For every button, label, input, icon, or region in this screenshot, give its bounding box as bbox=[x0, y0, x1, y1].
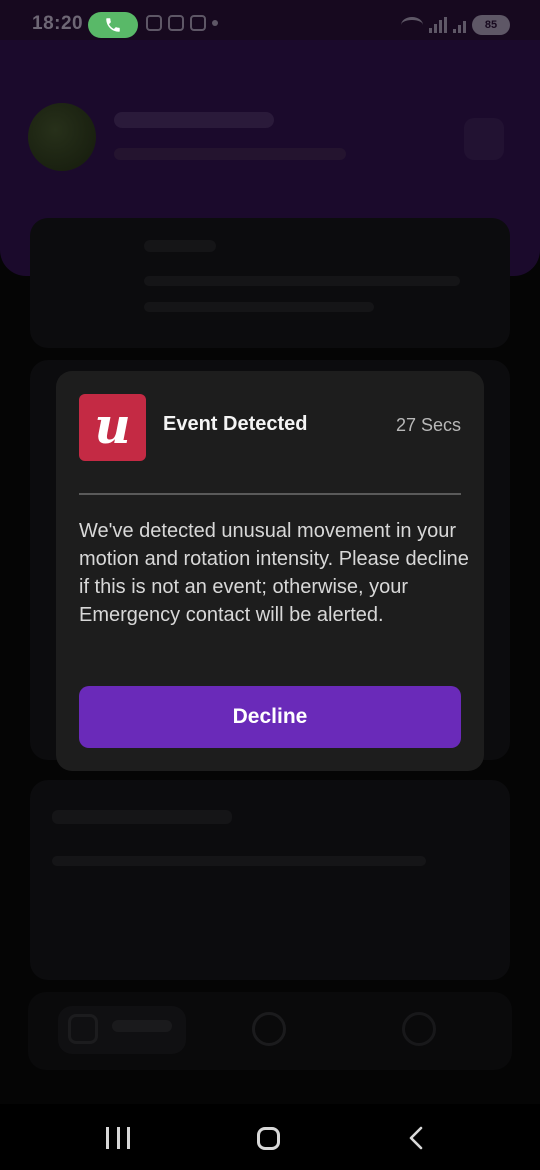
background-text-line bbox=[144, 240, 216, 252]
decline-button[interactable]: Decline bbox=[79, 686, 461, 748]
home-tab-icon bbox=[68, 1014, 98, 1044]
phone-icon bbox=[106, 18, 120, 32]
divider bbox=[79, 493, 461, 495]
notification-icons bbox=[146, 15, 218, 31]
signal-icon-2 bbox=[453, 17, 466, 33]
signal-icon bbox=[429, 17, 447, 33]
dialog-message: We've detected unusual movement in your … bbox=[79, 520, 469, 626]
back-icon[interactable] bbox=[406, 1126, 430, 1150]
recent-apps-icon[interactable] bbox=[106, 1127, 130, 1149]
dialog-title: Event Detected bbox=[163, 413, 308, 435]
background-text-line bbox=[144, 302, 374, 312]
profile-subtitle-placeholder bbox=[114, 148, 346, 160]
whatsapp-icon bbox=[190, 15, 206, 31]
app-logo: u bbox=[79, 394, 146, 461]
header-action-button bbox=[464, 118, 504, 160]
more-notifications-icon bbox=[212, 20, 218, 26]
home-icon[interactable] bbox=[257, 1127, 280, 1150]
ongoing-call-pill[interactable] bbox=[88, 12, 138, 38]
activity-tab-icon bbox=[252, 1012, 286, 1046]
home-tab-label-placeholder bbox=[112, 1020, 172, 1032]
profile-tab-icon bbox=[402, 1012, 436, 1046]
event-detected-dialog: u Event Detected 27 Secs We've detected … bbox=[56, 371, 484, 771]
snapchat-icon bbox=[168, 15, 184, 31]
background-text-line bbox=[52, 856, 426, 866]
status-time: 18:20 bbox=[32, 13, 84, 34]
battery-icon: 85 bbox=[472, 15, 510, 35]
system-status-icons: 85 bbox=[401, 15, 510, 35]
avatar bbox=[28, 103, 96, 171]
app-logo-letter: u bbox=[94, 395, 131, 455]
background-text-line bbox=[52, 810, 232, 824]
profile-name-placeholder bbox=[114, 112, 274, 128]
wifi-icon bbox=[401, 17, 423, 33]
notification-app-icon bbox=[146, 15, 162, 31]
countdown-timer: 27 Secs bbox=[395, 415, 461, 435]
background-text-line bbox=[144, 276, 460, 286]
